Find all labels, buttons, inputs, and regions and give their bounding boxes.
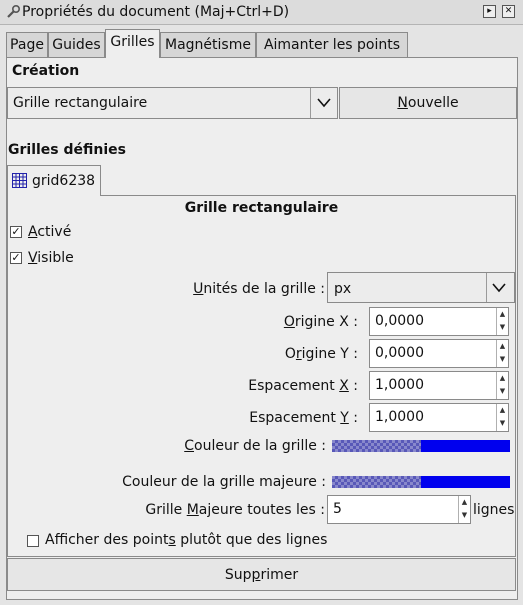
origin-x-value: 0,0000 bbox=[375, 313, 424, 329]
major-grid-color-alpha-swatch bbox=[332, 476, 421, 488]
chevron-down-icon bbox=[492, 283, 506, 293]
units-value: px bbox=[334, 281, 352, 297]
tab-guides[interactable]: Guides bbox=[48, 32, 105, 58]
minimize-icon[interactable]: ▸ bbox=[483, 5, 496, 18]
units-label: Unités de la grille : bbox=[193, 281, 325, 297]
spacing-x-label: Espacement X : bbox=[248, 378, 358, 394]
spin-arrows-icon[interactable]: ▲ ▼ bbox=[496, 340, 508, 367]
grid-type-combo[interactable]: Grille rectangulaire bbox=[7, 87, 338, 119]
spin-arrows-icon[interactable]: ▲ ▼ bbox=[496, 308, 508, 335]
major-every-spinbox[interactable]: 5 ▲ ▼ bbox=[327, 495, 471, 524]
tab-grilles[interactable]: Grilles bbox=[105, 29, 160, 58]
grid-icon bbox=[12, 173, 27, 188]
tab-page[interactable]: Page bbox=[6, 32, 48, 58]
origin-y-value: 0,0000 bbox=[375, 345, 424, 361]
enabled-label: Activé bbox=[28, 224, 72, 240]
origin-y-label: Origine Y : bbox=[284, 346, 358, 362]
close-icon[interactable]: ✕ bbox=[502, 5, 515, 18]
wrench-icon bbox=[7, 4, 21, 18]
creation-heading: Création bbox=[12, 63, 80, 79]
chevron-down-icon bbox=[317, 98, 331, 108]
dots-label: Afficher des points plutôt que des ligne… bbox=[45, 532, 328, 548]
grid-color-button[interactable] bbox=[332, 440, 510, 452]
title-bar: Propriétés du document (Maj+Ctrl+D) ▸ ✕ bbox=[0, 0, 523, 25]
new-grid-button[interactable]: Nouvelle bbox=[339, 87, 517, 119]
origin-y-spinbox[interactable]: 0,0000 ▲ ▼ bbox=[369, 339, 509, 368]
visible-label: Visible bbox=[28, 250, 74, 266]
grid-color-label: Couleur de la grille : bbox=[184, 438, 326, 454]
spacing-x-spinbox[interactable]: 1,0000 ▲ ▼ bbox=[369, 371, 509, 400]
major-every-value: 5 bbox=[333, 501, 342, 517]
spacing-x-value: 1,0000 bbox=[375, 377, 424, 393]
spin-arrows-icon[interactable]: ▲ ▼ bbox=[496, 372, 508, 399]
tab-aimanter-points[interactable]: Aimanter les points bbox=[256, 32, 408, 58]
visible-checkbox[interactable]: ✓ bbox=[10, 252, 22, 264]
major-every-unit: lignes bbox=[473, 502, 515, 518]
dots-checkbox[interactable] bbox=[27, 535, 39, 547]
spacing-y-label: Espacement Y : bbox=[249, 410, 358, 426]
units-combo[interactable]: px bbox=[327, 272, 515, 303]
spacing-y-value: 1,0000 bbox=[375, 409, 424, 425]
major-grid-color-button[interactable] bbox=[332, 476, 510, 488]
major-grid-color-swatch bbox=[421, 476, 510, 488]
spin-arrows-icon[interactable]: ▲ ▼ bbox=[496, 404, 508, 431]
window-title: Propriétés du document (Maj+Ctrl+D) bbox=[22, 4, 290, 20]
origin-x-label: Origine X : bbox=[283, 314, 358, 330]
grid-tab-label: grid6238 bbox=[32, 173, 96, 189]
spin-arrows-icon[interactable]: ▲ ▼ bbox=[458, 496, 470, 523]
grid-type-value: Grille rectangulaire bbox=[13, 95, 148, 111]
combo-divider bbox=[486, 273, 487, 302]
defined-grids-heading: Grilles définies bbox=[8, 142, 126, 158]
tab-magnetisme[interactable]: Magnétisme bbox=[160, 32, 256, 58]
delete-grid-button[interactable]: Supprimer bbox=[7, 558, 516, 591]
grid-color-swatch bbox=[421, 440, 510, 452]
spacing-y-spinbox[interactable]: 1,0000 ▲ ▼ bbox=[369, 403, 509, 432]
major-every-label: Grille Majeure toutes les : bbox=[145, 502, 325, 518]
major-grid-color-label: Couleur de la grille majeure : bbox=[122, 474, 326, 490]
tab-grid6238[interactable]: grid6238 bbox=[7, 165, 101, 196]
origin-x-spinbox[interactable]: 0,0000 ▲ ▼ bbox=[369, 307, 509, 336]
grid-color-alpha-swatch bbox=[332, 440, 421, 452]
grid-type-heading: Grille rectangulaire bbox=[184, 200, 339, 216]
enabled-checkbox[interactable]: ✓ bbox=[10, 226, 22, 238]
combo-divider bbox=[310, 88, 311, 118]
